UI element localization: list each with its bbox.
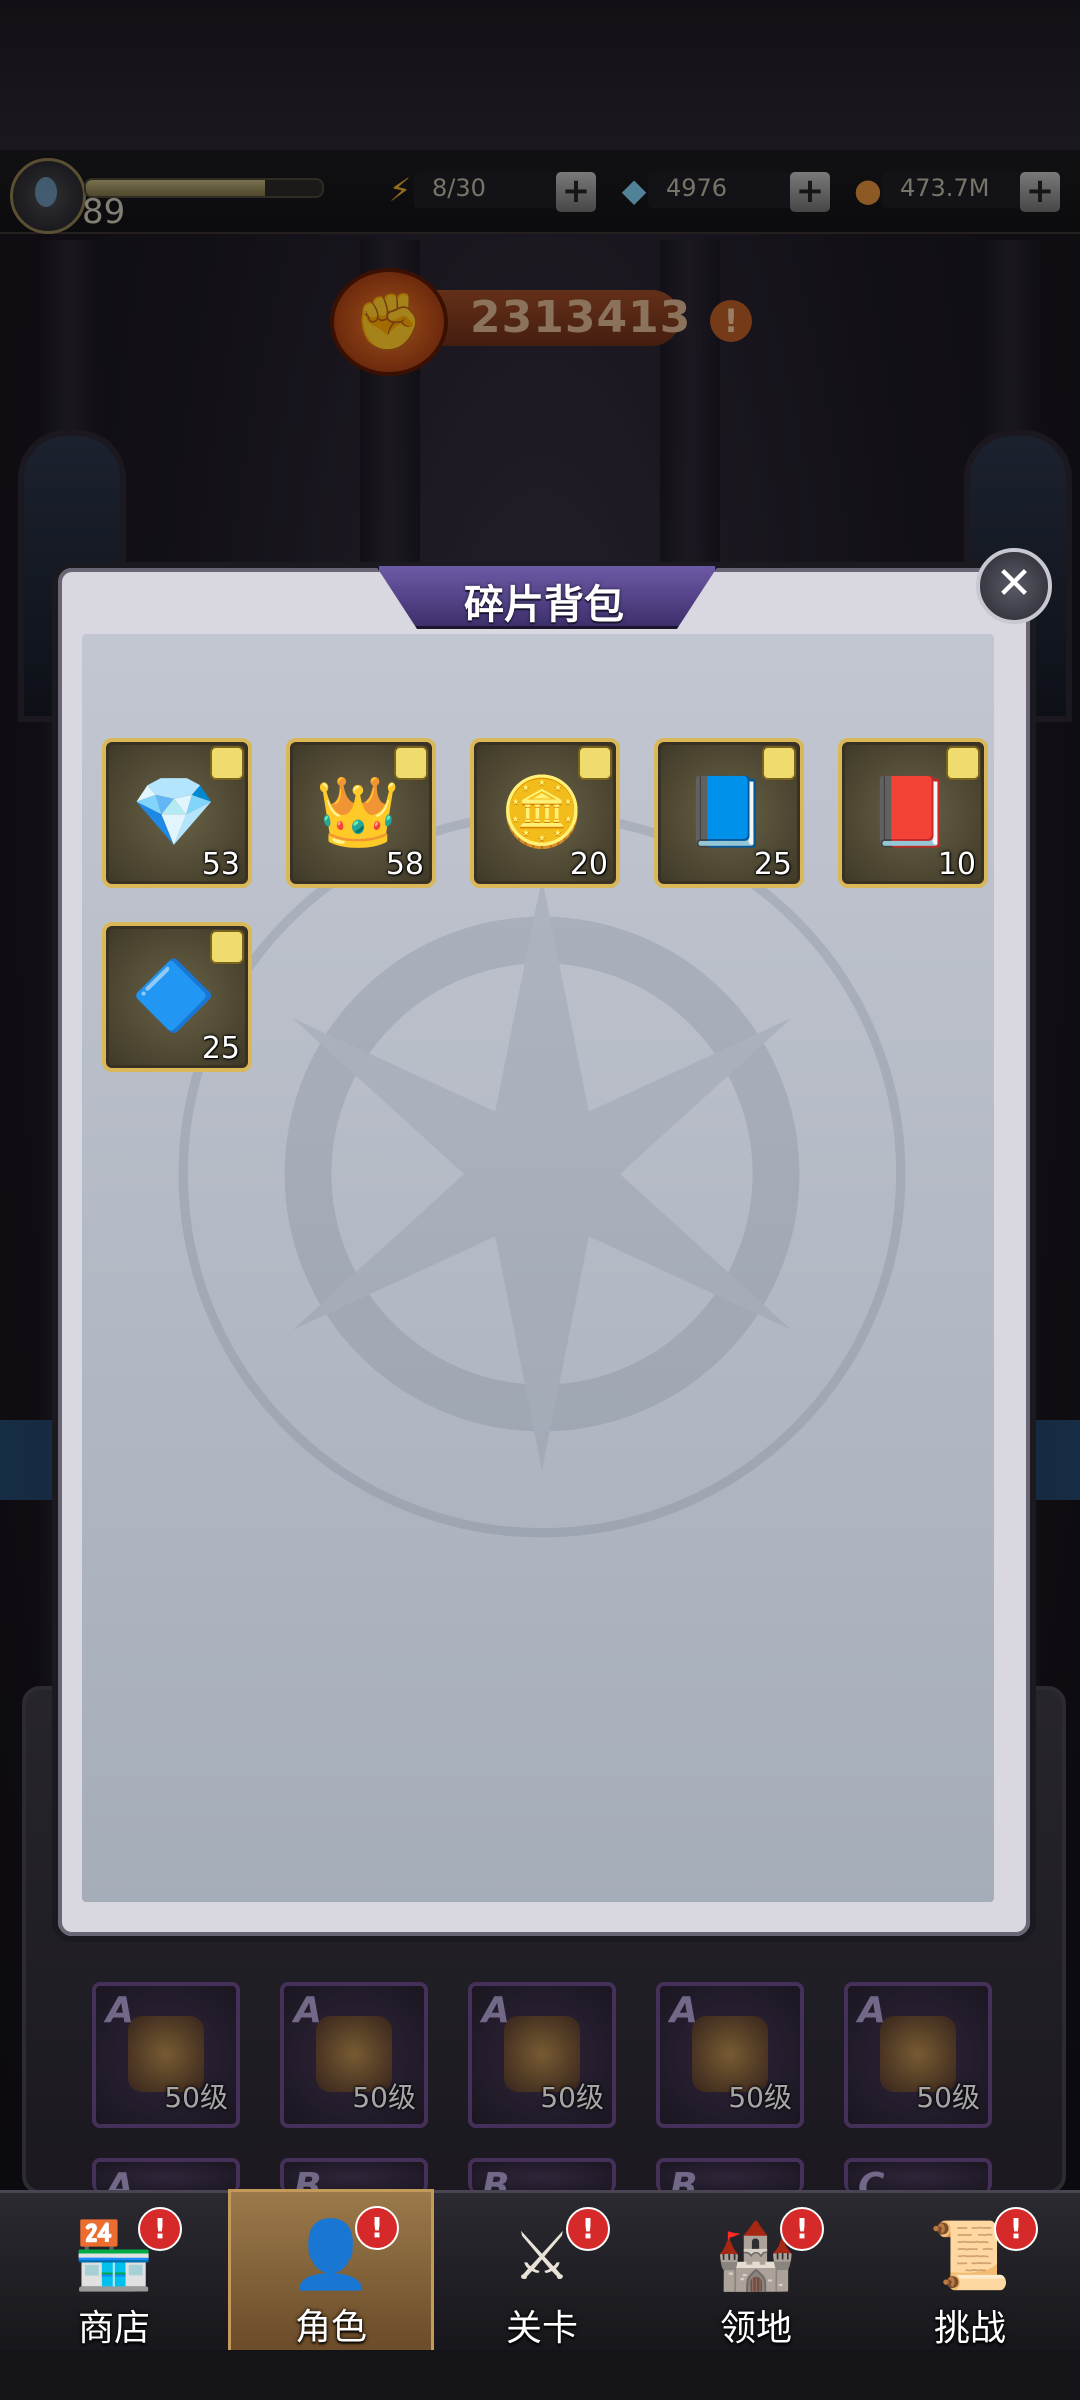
- nav-tab-label: 角色: [294, 2307, 367, 2348]
- nav-tab-label: 关卡: [505, 2308, 578, 2349]
- nav-tab[interactable]: 🏪! 商店: [14, 2193, 214, 2353]
- fragment-count: 25: [753, 847, 792, 882]
- magic-book-icon: 📘: [683, 773, 769, 852]
- nav-tab[interactable]: 👤! 角色: [228, 2189, 434, 2356]
- fragment-grid-area: 💎 53 👑 58 🪙 20 📘 25 📕 10 🔷 25: [82, 634, 994, 1902]
- notification-badge: !: [994, 2207, 1038, 2251]
- fragment-bag-dialog: 💎 53 👑 58 🪙 20 📘 25 📕 10 🔷 25 碎片背包: [52, 562, 1036, 1942]
- fragment-count: 25: [201, 1031, 240, 1066]
- fragment-item[interactable]: 📕 10: [838, 738, 988, 888]
- bottom-strip: [0, 2350, 1080, 2400]
- compass-watermark: [178, 810, 906, 1538]
- nav-tab-label: 挑战: [933, 2308, 1006, 2349]
- bottom-navigation: 🏪! 商店 👤! 角色 ⚔! 关卡 🏰! 领地 📜! 挑战: [0, 2189, 1080, 2356]
- coin-icon: 🪙: [499, 773, 585, 852]
- dialog-title: 碎片背包: [464, 582, 624, 628]
- crown-icon: 👑: [315, 773, 401, 852]
- fragment-item[interactable]: 📘 25: [654, 738, 804, 888]
- close-icon[interactable]: ✕: [976, 548, 1052, 624]
- puzzle-piece-icon: [762, 746, 796, 780]
- fragment-item[interactable]: 🔷 25: [102, 922, 252, 1072]
- nav-tab[interactable]: 🏰! 领地: [656, 2193, 856, 2353]
- fragment-count: 58: [385, 847, 424, 882]
- puzzle-piece-icon: [946, 746, 980, 780]
- spell-tome-icon: 📕: [867, 773, 953, 852]
- nav-tab[interactable]: ⚔! 关卡: [442, 2193, 642, 2353]
- puzzle-piece-icon: [578, 746, 612, 780]
- crystal-shard-icon: 💎: [131, 773, 217, 852]
- notification-badge: !: [138, 2207, 182, 2251]
- puzzle-piece-icon: [210, 930, 244, 964]
- notification-badge: !: [780, 2207, 824, 2251]
- puzzle-piece-icon: [394, 746, 428, 780]
- fragment-item[interactable]: 👑 58: [286, 738, 436, 888]
- nav-tab[interactable]: 📜! 挑战: [870, 2193, 1070, 2353]
- fragment-count: 10: [937, 847, 976, 882]
- puzzle-piece-icon: [210, 746, 244, 780]
- nav-tab-label: 商店: [77, 2308, 150, 2349]
- notification-badge: !: [566, 2207, 610, 2251]
- fragment-count: 53: [201, 847, 240, 882]
- notification-badge: !: [355, 2206, 399, 2250]
- fragment-item[interactable]: 🪙 20: [470, 738, 620, 888]
- amulet-icon: 🔷: [131, 957, 217, 1036]
- fragment-item[interactable]: 💎 53: [102, 738, 252, 888]
- nav-tab-label: 领地: [719, 2308, 792, 2349]
- fragment-count: 20: [569, 847, 608, 882]
